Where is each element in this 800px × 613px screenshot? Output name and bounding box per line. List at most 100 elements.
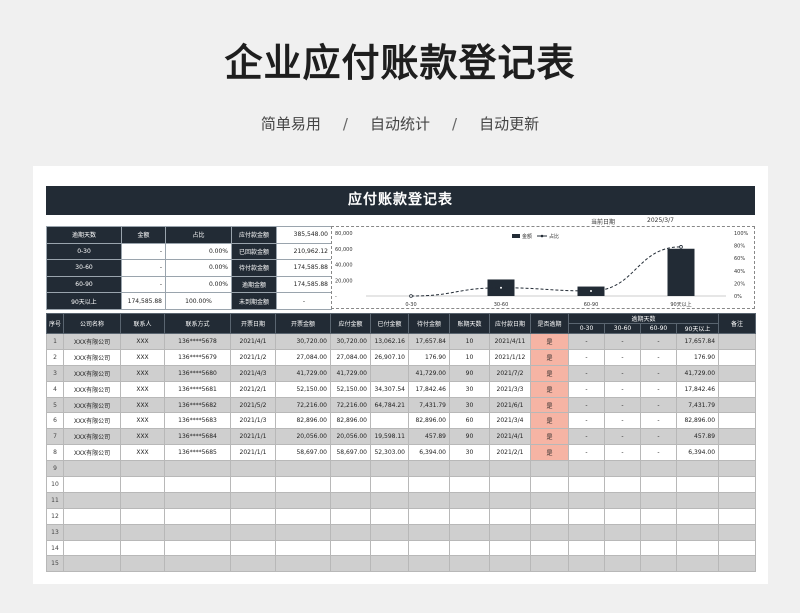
table-cell[interactable]	[718, 523, 757, 541]
table-cell[interactable]: 19,598.11	[370, 428, 409, 446]
table-cell[interactable]	[604, 460, 641, 478]
table-cell[interactable]	[330, 555, 371, 573]
table-cell[interactable]: XXX	[120, 348, 165, 366]
table-cell[interactable]: -	[640, 412, 677, 430]
table-cell[interactable]: -	[568, 348, 605, 366]
table-cell[interactable]	[489, 539, 531, 557]
table-cell[interactable]: 60	[449, 412, 490, 430]
aging-chart[interactable]: 80,000 60,000 40,000 20,000 - 100% 80% 60% 40% 20…	[331, 226, 755, 309]
table-row[interactable]: 14	[46, 539, 757, 557]
table-cell[interactable]: 82,896.00	[330, 412, 371, 430]
table-cell[interactable]	[120, 507, 165, 525]
table-cell[interactable]	[408, 539, 450, 557]
table-cell[interactable]: 176.90	[408, 348, 450, 366]
table-row[interactable]: 8 XXX有限公司 XXX 136****5685 2021/1/1 58,697.00 5…	[46, 444, 757, 462]
table-cell[interactable]	[164, 476, 231, 493]
table-cell[interactable]: 136****5678	[164, 333, 231, 350]
table-cell[interactable]	[370, 491, 409, 509]
table-cell[interactable]: -	[640, 428, 677, 446]
table-cell[interactable]	[120, 491, 165, 509]
table-cell[interactable]	[675, 491, 720, 509]
aging-amount[interactable]: 174,585.88	[121, 292, 166, 310]
table-cell[interactable]	[230, 555, 276, 573]
table-cell[interactable]	[489, 555, 531, 573]
table-cell[interactable]	[230, 491, 276, 509]
table-cell[interactable]	[120, 523, 165, 541]
table-cell[interactable]: -	[604, 396, 641, 414]
table-cell[interactable]: XXX	[120, 364, 165, 382]
table-cell[interactable]	[370, 460, 409, 478]
table-cell[interactable]: 136****5681	[164, 380, 231, 398]
table-cell[interactable]	[718, 412, 757, 430]
table-cell[interactable]: -	[640, 444, 677, 462]
table-cell[interactable]: -	[640, 396, 677, 414]
table-cell[interactable]: XXX有限公司	[63, 380, 121, 398]
table-cell[interactable]: XXX	[120, 380, 165, 398]
table-row[interactable]: 1 XXX有限公司 XXX 136****5678 2021/4/1 30,720.00 3…	[46, 333, 757, 350]
table-cell[interactable]	[230, 476, 276, 493]
table-cell[interactable]: XXX	[120, 428, 165, 446]
table-cell[interactable]: XXX	[120, 333, 165, 350]
table-cell[interactable]: -	[568, 412, 605, 430]
table-cell[interactable]: 2021/1/12	[489, 348, 531, 366]
table-cell[interactable]: 2021/5/2	[230, 396, 276, 414]
table-cell[interactable]	[63, 523, 121, 541]
table-cell[interactable]: XXX有限公司	[63, 444, 121, 462]
table-cell[interactable]	[489, 523, 531, 541]
table-cell[interactable]: 10	[449, 333, 490, 350]
table-cell[interactable]	[718, 348, 757, 366]
table-cell[interactable]	[408, 476, 450, 493]
table-cell[interactable]	[530, 523, 569, 541]
table-cell[interactable]: 13,062.16	[370, 333, 409, 350]
aging-ratio[interactable]: 0.00%	[165, 275, 232, 294]
table-cell[interactable]: 2021/3/3	[489, 380, 531, 398]
table-cell[interactable]	[675, 523, 720, 541]
table-cell[interactable]	[330, 523, 371, 541]
table-cell[interactable]	[275, 555, 331, 573]
table-cell[interactable]: XXX有限公司	[63, 428, 121, 446]
summary-value[interactable]: 174,585.88	[276, 275, 332, 294]
table-cell[interactable]: 30	[449, 380, 490, 398]
table-row[interactable]: 11	[46, 491, 757, 509]
table-cell[interactable]	[330, 507, 371, 525]
aging-ratio[interactable]: 100.00%	[165, 292, 232, 310]
overdue-flag[interactable]: 是	[530, 412, 569, 430]
table-cell[interactable]: 82,896.00	[675, 412, 720, 430]
table-cell[interactable]: 457.89	[408, 428, 450, 446]
table-cell[interactable]	[408, 555, 450, 573]
table-row[interactable]: 13	[46, 523, 757, 541]
table-cell[interactable]: 90	[449, 428, 490, 446]
table-cell[interactable]: XXX有限公司	[63, 412, 121, 430]
table-cell[interactable]: XXX	[120, 412, 165, 430]
table-cell[interactable]: 27,084.00	[330, 348, 371, 366]
table-cell[interactable]: 30	[449, 396, 490, 414]
table-cell[interactable]	[604, 555, 641, 573]
table-cell[interactable]	[640, 539, 677, 557]
table-cell[interactable]	[275, 523, 331, 541]
table-cell[interactable]	[449, 523, 490, 541]
table-cell[interactable]: 17,842.46	[408, 380, 450, 398]
aging-ratio[interactable]: 0.00%	[165, 242, 232, 261]
table-cell[interactable]	[164, 507, 231, 525]
table-cell[interactable]: 6,394.00	[675, 444, 720, 462]
summary-value[interactable]: 174,585.88	[276, 259, 332, 277]
table-cell[interactable]	[275, 491, 331, 509]
table-cell[interactable]: 10	[449, 348, 490, 366]
table-cell[interactable]: 7,431.79	[675, 396, 720, 414]
table-cell[interactable]: 2021/1/1	[230, 428, 276, 446]
table-cell[interactable]	[449, 507, 490, 525]
table-cell[interactable]	[408, 491, 450, 509]
table-cell[interactable]	[449, 460, 490, 478]
table-cell[interactable]: 136****5680	[164, 364, 231, 382]
table-row[interactable]: 10	[46, 476, 757, 493]
overdue-flag[interactable]: 是	[530, 364, 569, 382]
table-cell[interactable]: 72,216.00	[275, 396, 331, 414]
summary-value[interactable]: 210,962.12	[276, 242, 332, 261]
aging-amount[interactable]: -	[121, 259, 166, 277]
table-cell[interactable]	[275, 507, 331, 525]
table-cell[interactable]	[120, 539, 165, 557]
table-cell[interactable]	[164, 555, 231, 573]
table-cell[interactable]	[675, 539, 720, 557]
table-cell[interactable]	[120, 460, 165, 478]
table-cell[interactable]	[370, 412, 409, 430]
